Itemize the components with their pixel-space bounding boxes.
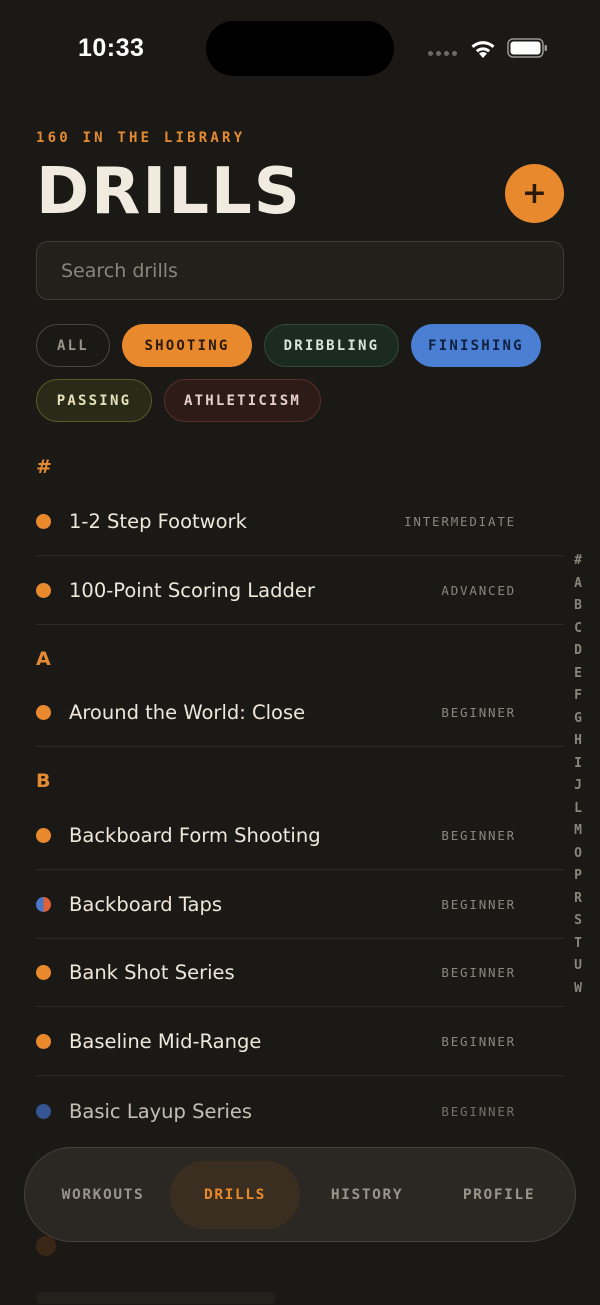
index-letter[interactable]: I xyxy=(574,753,582,776)
drill-row[interactable]: Backboard Form Shooting BEGINNER xyxy=(36,802,564,870)
category-dot xyxy=(36,1034,51,1049)
index-letter[interactable]: T xyxy=(574,933,582,956)
battery-icon xyxy=(507,38,547,58)
index-letter[interactable]: L xyxy=(574,798,582,821)
tab-history[interactable]: HISTORY xyxy=(302,1161,432,1229)
section-header: # xyxy=(36,456,52,478)
index-letter[interactable]: E xyxy=(574,663,582,686)
drill-row[interactable]: Bank Shot Series BEGINNER xyxy=(36,939,564,1007)
filter-chip-passing[interactable]: PASSING xyxy=(36,379,152,422)
drill-row[interactable]: Backboard Taps BEGINNER xyxy=(36,871,564,939)
drill-level: BEGINNER xyxy=(441,897,516,912)
wifi-icon xyxy=(471,41,495,58)
drill-level: BEGINNER xyxy=(441,828,516,843)
drill-row[interactable]: 1-2 Step Footwork INTERMEDIATE xyxy=(36,488,564,556)
category-dot xyxy=(36,583,51,598)
drill-level: BEGINNER xyxy=(441,965,516,980)
drill-level: ADVANCED xyxy=(441,583,516,598)
tab-profile[interactable]: PROFILE xyxy=(433,1161,565,1229)
index-letter[interactable]: A xyxy=(574,573,582,596)
filter-chip-finishing[interactable]: FINISHING xyxy=(411,324,541,367)
faded-drill-name xyxy=(36,1292,276,1304)
drill-level: BEGINNER xyxy=(441,1103,516,1119)
index-letter[interactable]: H xyxy=(574,730,582,753)
filter-chip-all[interactable]: ALL xyxy=(36,324,110,367)
index-letter[interactable]: # xyxy=(574,550,582,573)
library-count: 160 IN THE LIBRARY xyxy=(36,130,246,146)
category-dot xyxy=(36,1103,51,1119)
category-dot xyxy=(36,514,51,529)
index-letter[interactable]: B xyxy=(574,595,582,618)
search-field[interactable] xyxy=(36,241,564,300)
index-letter[interactable]: M xyxy=(574,820,582,843)
drill-level: BEGINNER xyxy=(441,705,516,720)
index-letter[interactable]: C xyxy=(574,618,582,641)
index-letter[interactable]: D xyxy=(574,640,582,663)
drill-row[interactable]: 100-Point Scoring Ladder ADVANCED xyxy=(36,557,564,625)
search-input[interactable] xyxy=(37,242,563,299)
filter-chip-shooting[interactable]: SHOOTING xyxy=(122,324,252,367)
section-header: B xyxy=(36,770,51,792)
cellular-signal-icon xyxy=(428,51,457,56)
filter-chip-dribbling[interactable]: DRIBBLING xyxy=(264,324,399,367)
drill-row[interactable]: Basic Layup Series BEGINNER xyxy=(36,1077,564,1145)
category-dot xyxy=(36,705,51,720)
tab-bar: WORKOUTS DRILLS HISTORY PROFILE xyxy=(24,1147,576,1242)
index-letter[interactable]: U xyxy=(574,955,582,978)
status-bar: 10:33 xyxy=(0,0,600,96)
index-letter[interactable]: R xyxy=(574,888,582,911)
category-dot xyxy=(36,965,51,980)
add-drill-button[interactable]: + xyxy=(505,164,564,223)
index-letter[interactable]: F xyxy=(574,685,582,708)
drill-row[interactable]: Baseline Mid-Range BEGINNER xyxy=(36,1008,564,1076)
dynamic-island xyxy=(206,21,394,76)
index-letter[interactable]: P xyxy=(574,865,582,888)
tab-drills[interactable]: DRILLS xyxy=(170,1161,300,1229)
alphabet-index[interactable]: # A B C D E F G H I J L M O P R S T U W xyxy=(568,550,588,1000)
category-dot xyxy=(36,897,51,912)
tab-workouts[interactable]: WORKOUTS xyxy=(37,1161,169,1229)
index-letter[interactable]: O xyxy=(574,843,582,866)
index-letter[interactable]: S xyxy=(574,910,582,933)
page-title: DRILLS xyxy=(36,155,302,229)
category-dot xyxy=(36,828,51,843)
index-letter[interactable]: J xyxy=(574,775,582,798)
index-letter[interactable]: W xyxy=(574,978,582,1001)
drill-level: BEGINNER xyxy=(441,1034,516,1049)
filter-chip-athleticism[interactable]: ATHLETICISM xyxy=(164,379,321,422)
drill-row[interactable]: Around the World: Close BEGINNER xyxy=(36,679,564,747)
status-time: 10:33 xyxy=(78,34,145,62)
index-letter[interactable]: G xyxy=(574,708,582,731)
faded-category-dot xyxy=(36,1236,56,1256)
plus-icon: + xyxy=(521,175,548,211)
section-header: A xyxy=(36,648,51,670)
drill-level: INTERMEDIATE xyxy=(404,514,516,529)
